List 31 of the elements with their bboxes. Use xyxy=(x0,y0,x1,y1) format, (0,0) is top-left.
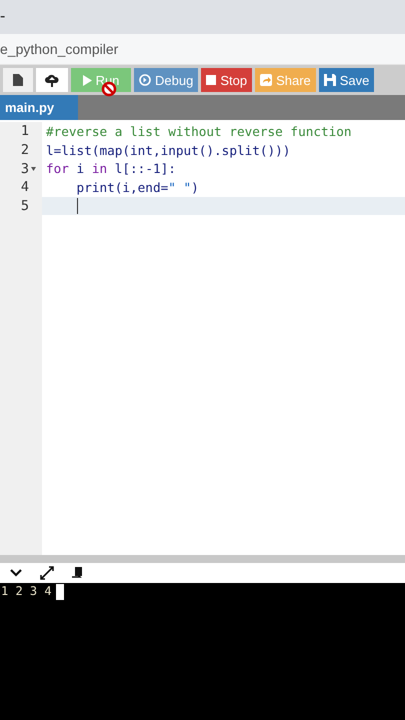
line-number: 2 xyxy=(20,142,29,158)
window-title: - xyxy=(0,9,6,25)
fold-icon[interactable] xyxy=(31,166,36,171)
console-output: 1 2 3 4 xyxy=(0,584,52,598)
line-number: 5 xyxy=(20,198,29,214)
address-bar[interactable]: e_python_compiler xyxy=(0,34,405,65)
upload-button[interactable] xyxy=(36,68,68,92)
expand-icon[interactable] xyxy=(40,566,54,580)
collapse-chevron-icon[interactable] xyxy=(10,569,22,577)
share-icon xyxy=(260,74,272,86)
file-tab[interactable]: main.py xyxy=(0,95,78,120)
code-line: #reverse a list without reverse function xyxy=(46,124,352,139)
debug-icon xyxy=(139,74,151,86)
debug-button[interactable]: Debug xyxy=(134,68,198,92)
horizontal-scrollbar[interactable] xyxy=(0,555,405,563)
line-number: 4 xyxy=(20,179,29,196)
line-number: 1 xyxy=(20,123,29,140)
file-button[interactable] xyxy=(3,68,33,92)
file-icon xyxy=(13,74,23,86)
code-line: for i in l[::-1]: xyxy=(46,161,176,176)
stop-button[interactable]: Stop xyxy=(201,68,252,92)
text-cursor xyxy=(77,198,78,214)
stop-icon xyxy=(206,75,216,85)
play-icon xyxy=(82,74,92,86)
clear-console-icon[interactable] xyxy=(72,566,85,580)
line-number: 3 xyxy=(20,160,29,177)
code-line: print(i,end=" ") xyxy=(76,180,199,195)
cloud-upload-icon xyxy=(45,74,59,86)
save-icon xyxy=(324,74,336,86)
save-button[interactable]: Save xyxy=(318,68,374,92)
code-line: l=list(map(int,input().split())) xyxy=(46,142,290,158)
